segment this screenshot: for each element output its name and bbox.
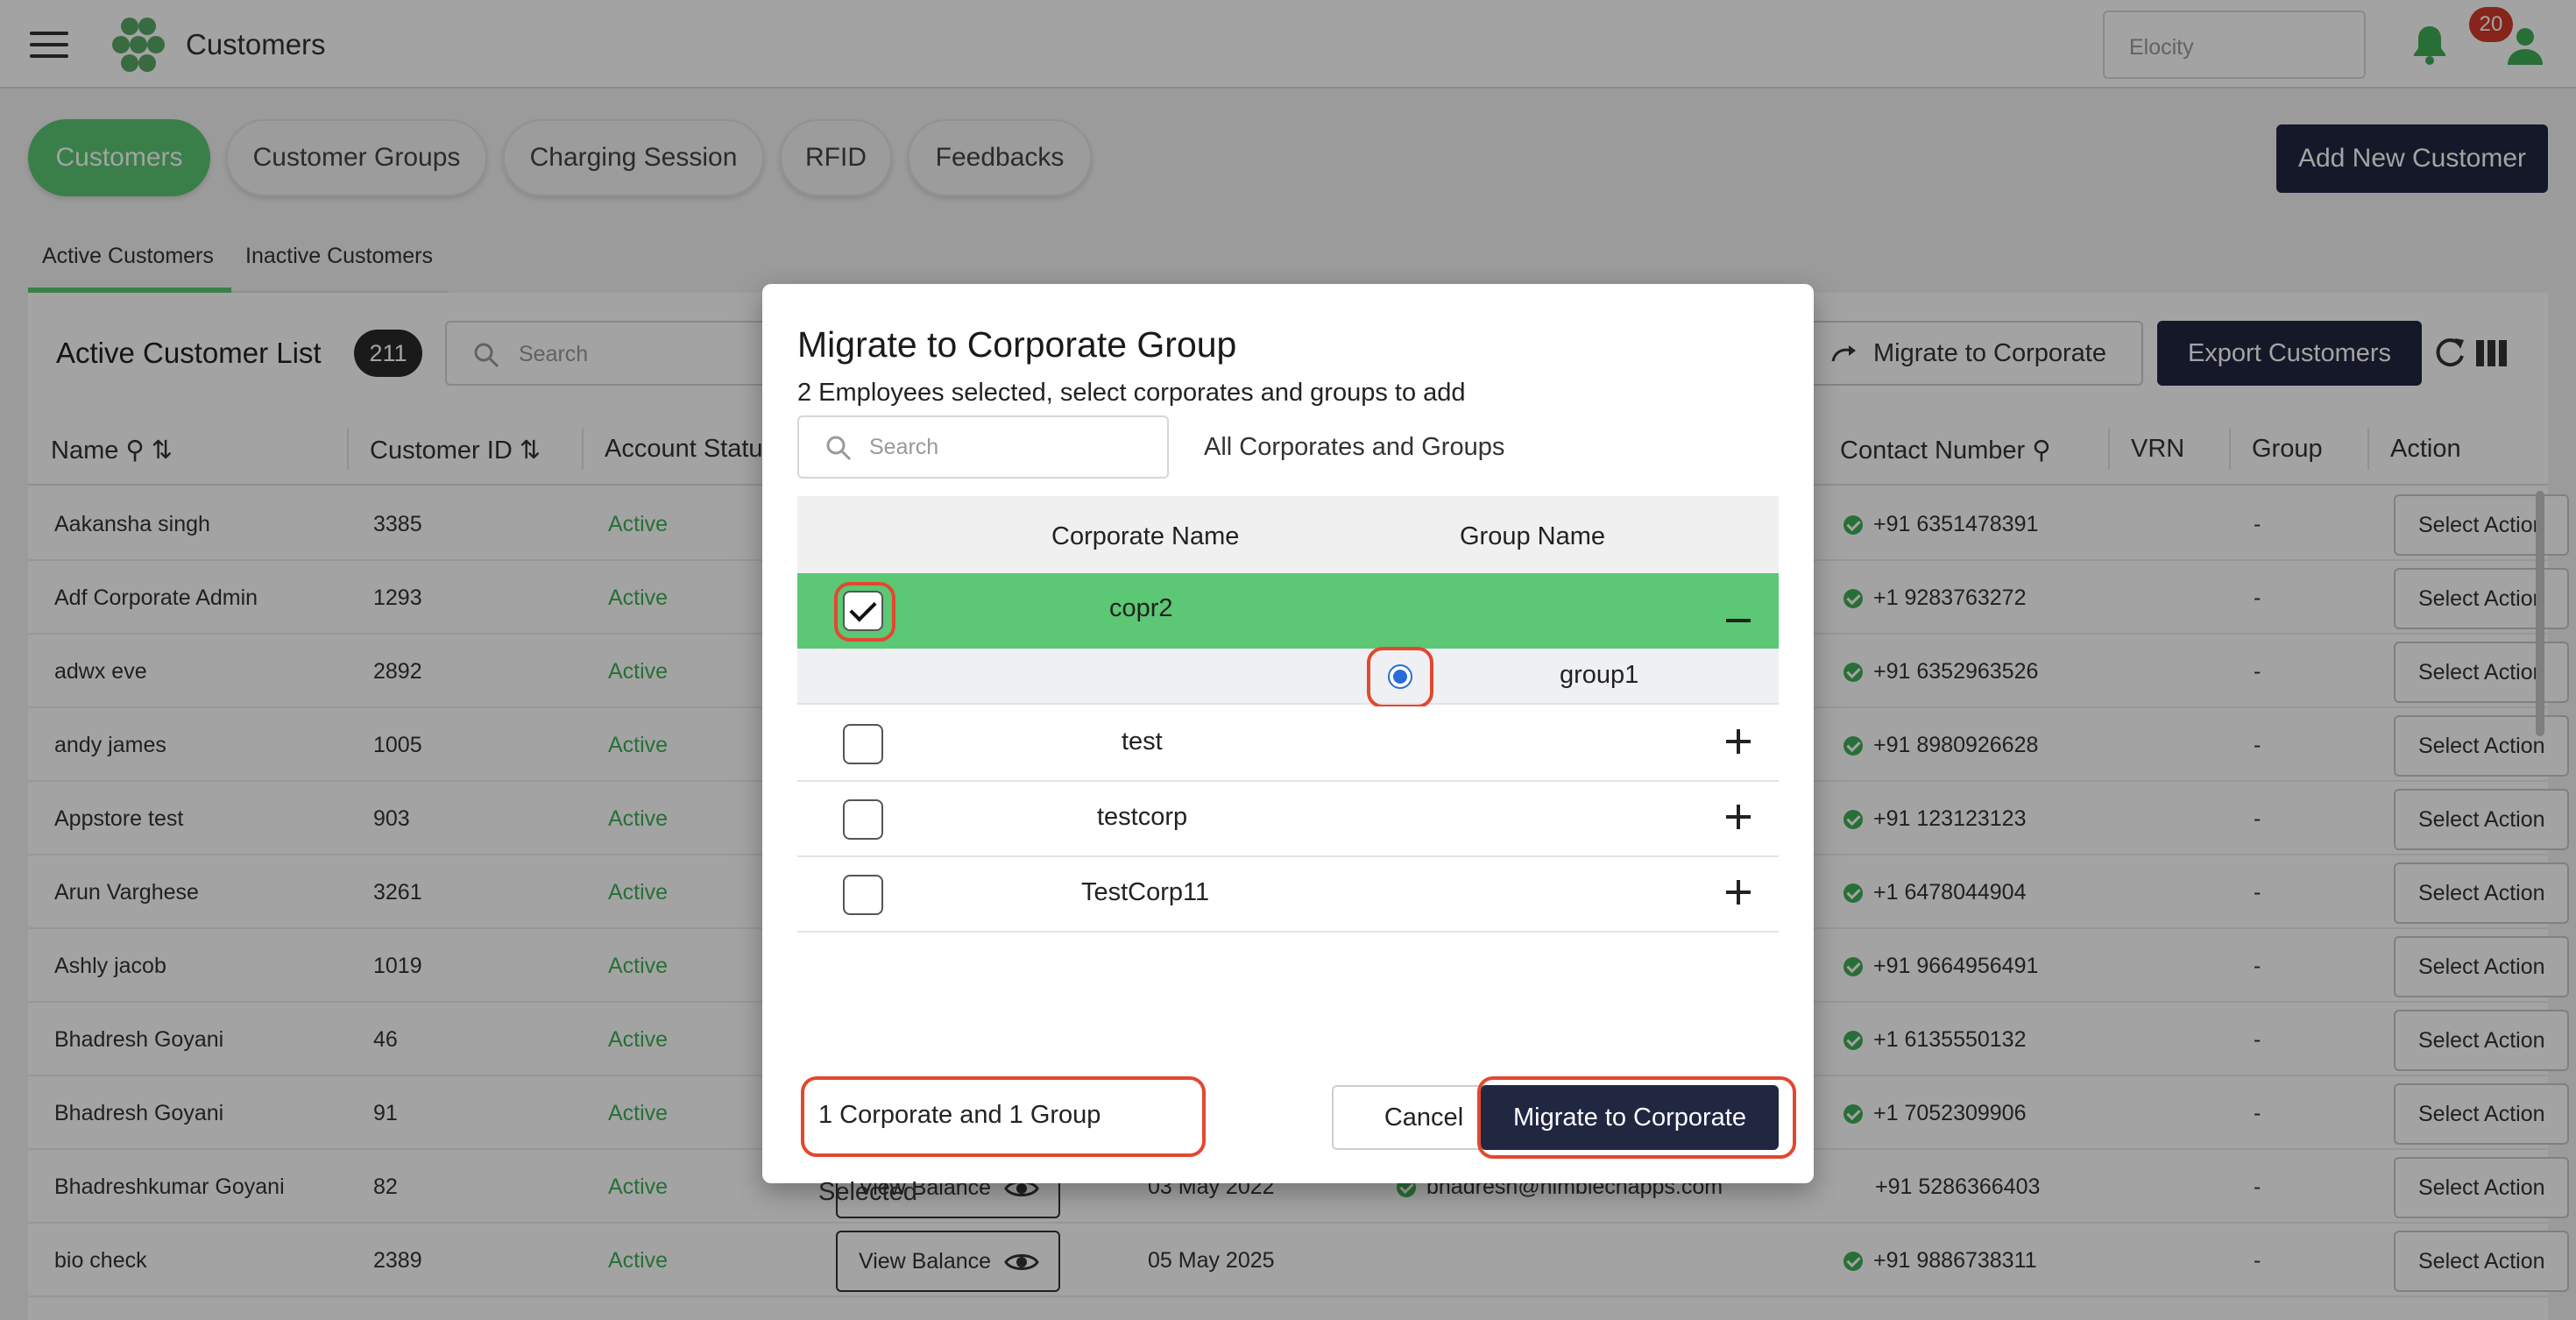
expand-plus-icon[interactable] xyxy=(1723,726,1754,757)
expand-plus-icon[interactable] xyxy=(1723,801,1754,833)
corporate-checkbox[interactable] xyxy=(843,591,883,631)
corporate-checkbox[interactable] xyxy=(843,875,883,915)
corporate-search-input[interactable]: Search xyxy=(797,415,1169,479)
corporate-row[interactable]: copr2 xyxy=(797,573,1779,649)
corporate-name: testcorp xyxy=(1097,803,1188,831)
corporate-filter-select[interactable]: All Corporates and Groups xyxy=(1204,433,1504,462)
column-header-group-name: Group Name xyxy=(1460,522,1606,550)
corporate-table-header: Corporate Name Group Name xyxy=(797,496,1779,573)
column-header-corporate-name: Corporate Name xyxy=(1051,522,1240,550)
corporate-row[interactable]: test xyxy=(797,706,1779,782)
dialog-subtitle: 2 Employees selected, select corporates … xyxy=(797,379,1466,407)
group-name: group1 xyxy=(1560,661,1639,689)
corporate-name: test xyxy=(1122,727,1163,756)
dialog-title: Migrate to Corporate Group xyxy=(797,324,1237,365)
search-icon xyxy=(826,436,852,461)
group-radio[interactable] xyxy=(1388,664,1412,689)
migrate-corporate-dialog: Migrate to Corporate Group 2 Employees s… xyxy=(762,284,1814,1206)
search-placeholder: Search xyxy=(869,435,939,459)
selection-summary: 1 Corporate and 1 Group Selected xyxy=(818,1101,1101,1206)
corporate-name: copr2 xyxy=(1109,594,1173,622)
corporate-name: TestCorp11 xyxy=(1081,878,1210,906)
corporate-checkbox[interactable] xyxy=(843,724,883,764)
expand-plus-icon[interactable] xyxy=(1723,876,1754,908)
corporate-row[interactable]: TestCorp11 xyxy=(797,857,1779,933)
corporate-checkbox[interactable] xyxy=(843,799,883,840)
migrate-to-corporate-confirm-button[interactable]: Migrate to Corporate xyxy=(1481,1085,1779,1150)
corporate-row[interactable]: testcorp xyxy=(797,782,1779,857)
group-row[interactable]: group1 xyxy=(797,649,1779,705)
collapse-minus-icon[interactable] xyxy=(1723,596,1754,628)
